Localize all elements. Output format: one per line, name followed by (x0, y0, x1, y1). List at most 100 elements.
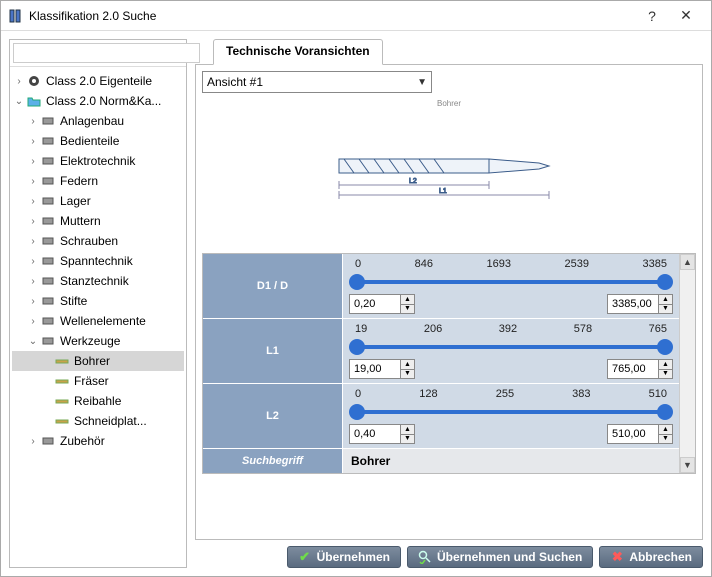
spinner-down-icon[interactable]: ▼ (401, 370, 414, 379)
chevron-right-icon[interactable]: › (26, 436, 40, 447)
max-spinner-input[interactable] (608, 295, 658, 313)
slider-tick-label: 846 (415, 258, 433, 270)
part-icon (40, 433, 56, 449)
range-slider[interactable] (355, 404, 667, 420)
spinner-down-icon[interactable]: ▼ (401, 305, 414, 314)
min-spinner-input[interactable] (350, 425, 400, 443)
tree-item[interactable]: › Stifte (12, 291, 184, 311)
range-slider[interactable] (355, 274, 667, 290)
tree-item[interactable]: Reibahle (12, 391, 184, 411)
scroll-up-icon[interactable]: ▲ (680, 254, 695, 270)
tree-item[interactable]: ›Elektrotechnik (12, 151, 184, 171)
slider-thumb-max[interactable] (657, 274, 673, 290)
sidebar-search-input[interactable] (13, 43, 200, 63)
tree-item[interactable]: ›Muttern (12, 211, 184, 231)
min-spinner[interactable]: ▲▼ (349, 294, 415, 314)
close-button[interactable]: ✕ (669, 4, 703, 28)
max-spinner-input[interactable] (608, 425, 658, 443)
range-slider[interactable] (355, 339, 667, 355)
spinner-up-icon[interactable]: ▲ (401, 425, 414, 435)
tree-item[interactable]: ›Stanztechnik (12, 271, 184, 291)
chevron-right-icon[interactable]: › (26, 316, 40, 327)
min-spinner-input[interactable] (350, 295, 400, 313)
spinner-down-icon[interactable]: ▼ (659, 435, 672, 444)
chevron-right-icon[interactable]: › (26, 256, 40, 267)
search-term-row: SuchbegriffBohrer (203, 449, 679, 473)
sidebar-search-row (10, 40, 186, 67)
tree-item[interactable]: Fräser (12, 371, 184, 391)
tree-item[interactable]: ›Schrauben (12, 231, 184, 251)
tree-item[interactable]: ⌄Werkzeuge (12, 331, 184, 351)
param-label: L1 (203, 319, 343, 383)
chevron-right-icon[interactable]: › (26, 236, 40, 247)
chevron-right-icon[interactable]: › (26, 276, 40, 287)
apply-button[interactable]: ✔ Übernehmen (287, 546, 401, 568)
tree-item-label: Wellenelemente (60, 314, 146, 328)
chevron-right-icon[interactable]: › (26, 296, 40, 307)
tree-item-label: Stifte (60, 294, 87, 308)
classification-tree[interactable]: ›Class 2.0 Eigenteile ⌄ Class 2.0 Norm&Ka.… (10, 67, 186, 567)
min-spinner[interactable]: ▲▼ (349, 424, 415, 444)
max-spinner[interactable]: ▲▼ (607, 294, 673, 314)
tree-item[interactable]: › Zubehör (12, 431, 184, 451)
slider-thumb-max[interactable] (657, 339, 673, 355)
chevron-right-icon[interactable]: › (26, 136, 40, 147)
part-icon (40, 273, 56, 289)
spinner-down-icon[interactable]: ▼ (659, 305, 672, 314)
tree-item-label: Zubehör (60, 434, 105, 448)
min-spinner[interactable]: ▲▼ (349, 359, 415, 379)
chevron-down-icon: ▼ (417, 77, 427, 88)
chevron-right-icon[interactable]: › (26, 176, 40, 187)
spinner-down-icon[interactable]: ▼ (401, 435, 414, 444)
tree-item[interactable]: ›Federn (12, 171, 184, 191)
cancel-button[interactable]: ✖ Abbrechen (599, 546, 703, 568)
value-row: ▲▼▲▼ (349, 359, 673, 379)
tree-item[interactable]: Schneidplat... (12, 411, 184, 431)
spinner-up-icon[interactable]: ▲ (401, 360, 414, 370)
view-select-value: Ansicht #1 (207, 75, 263, 89)
chevron-down-icon[interactable]: ⌄ (26, 336, 40, 347)
slider-tick-label: 765 (649, 323, 667, 335)
tree-item-label: Class 2.0 Norm&Ka... (46, 94, 161, 108)
chevron-right-icon[interactable]: › (26, 196, 40, 207)
spinner-up-icon[interactable]: ▲ (659, 360, 672, 370)
min-spinner-input[interactable] (350, 360, 400, 378)
spinner-up-icon[interactable]: ▲ (401, 295, 414, 305)
chevron-down-icon[interactable]: ⌄ (12, 96, 26, 107)
max-spinner[interactable]: ▲▼ (607, 424, 673, 444)
params-scrollbar[interactable]: ▲ ▼ (679, 254, 695, 473)
slider-thumb-min[interactable] (349, 404, 365, 420)
tree-item[interactable]: › Wellenelemente (12, 311, 184, 331)
chevron-right-icon[interactable]: › (26, 216, 40, 227)
slider-thumb-min[interactable] (349, 339, 365, 355)
tree-item[interactable]: ›Anlagenbau (12, 111, 184, 131)
max-spinner-input[interactable] (608, 360, 658, 378)
chevron-right-icon[interactable]: › (26, 116, 40, 127)
spinner-up-icon[interactable]: ▲ (659, 295, 672, 305)
max-spinner[interactable]: ▲▼ (607, 359, 673, 379)
spinner-down-icon[interactable]: ▼ (659, 370, 672, 379)
svg-text:L1: L1 (439, 188, 447, 195)
spinner-up-icon[interactable]: ▲ (659, 425, 672, 435)
tree-item[interactable]: ›Bedienteile (12, 131, 184, 151)
slider-tick-label: 0 (355, 388, 361, 400)
slider-tick-label: 392 (499, 323, 517, 335)
sidebar: ›Class 2.0 Eigenteile ⌄ Class 2.0 Norm&Ka.… (9, 39, 187, 568)
tree-item[interactable]: ⌄ Class 2.0 Norm&Ka... (12, 91, 184, 111)
tree-item[interactable]: ›Class 2.0 Eigenteile (12, 71, 184, 91)
view-select[interactable]: Ansicht #1 ▼ (202, 71, 432, 93)
scroll-down-icon[interactable]: ▼ (680, 457, 695, 473)
tree-item[interactable]: ›Lager (12, 191, 184, 211)
chevron-right-icon[interactable]: › (26, 156, 40, 167)
tree-item[interactable]: Bohrer (12, 351, 184, 371)
tab-technical-previews[interactable]: Technische Voransichten (213, 39, 383, 65)
tree-item[interactable]: ›Spanntechnik (12, 251, 184, 271)
chevron-right-icon[interactable]: › (12, 76, 26, 87)
help-button[interactable]: ? (635, 4, 669, 28)
search-term-value: Bohrer (343, 449, 679, 473)
slider-thumb-min[interactable] (349, 274, 365, 290)
apply-button-label: Übernehmen (317, 550, 390, 564)
tree-item-label: Schneidplat... (74, 414, 147, 428)
slider-thumb-max[interactable] (657, 404, 673, 420)
apply-and-search-button[interactable]: Übernehmen und Suchen (407, 546, 593, 568)
